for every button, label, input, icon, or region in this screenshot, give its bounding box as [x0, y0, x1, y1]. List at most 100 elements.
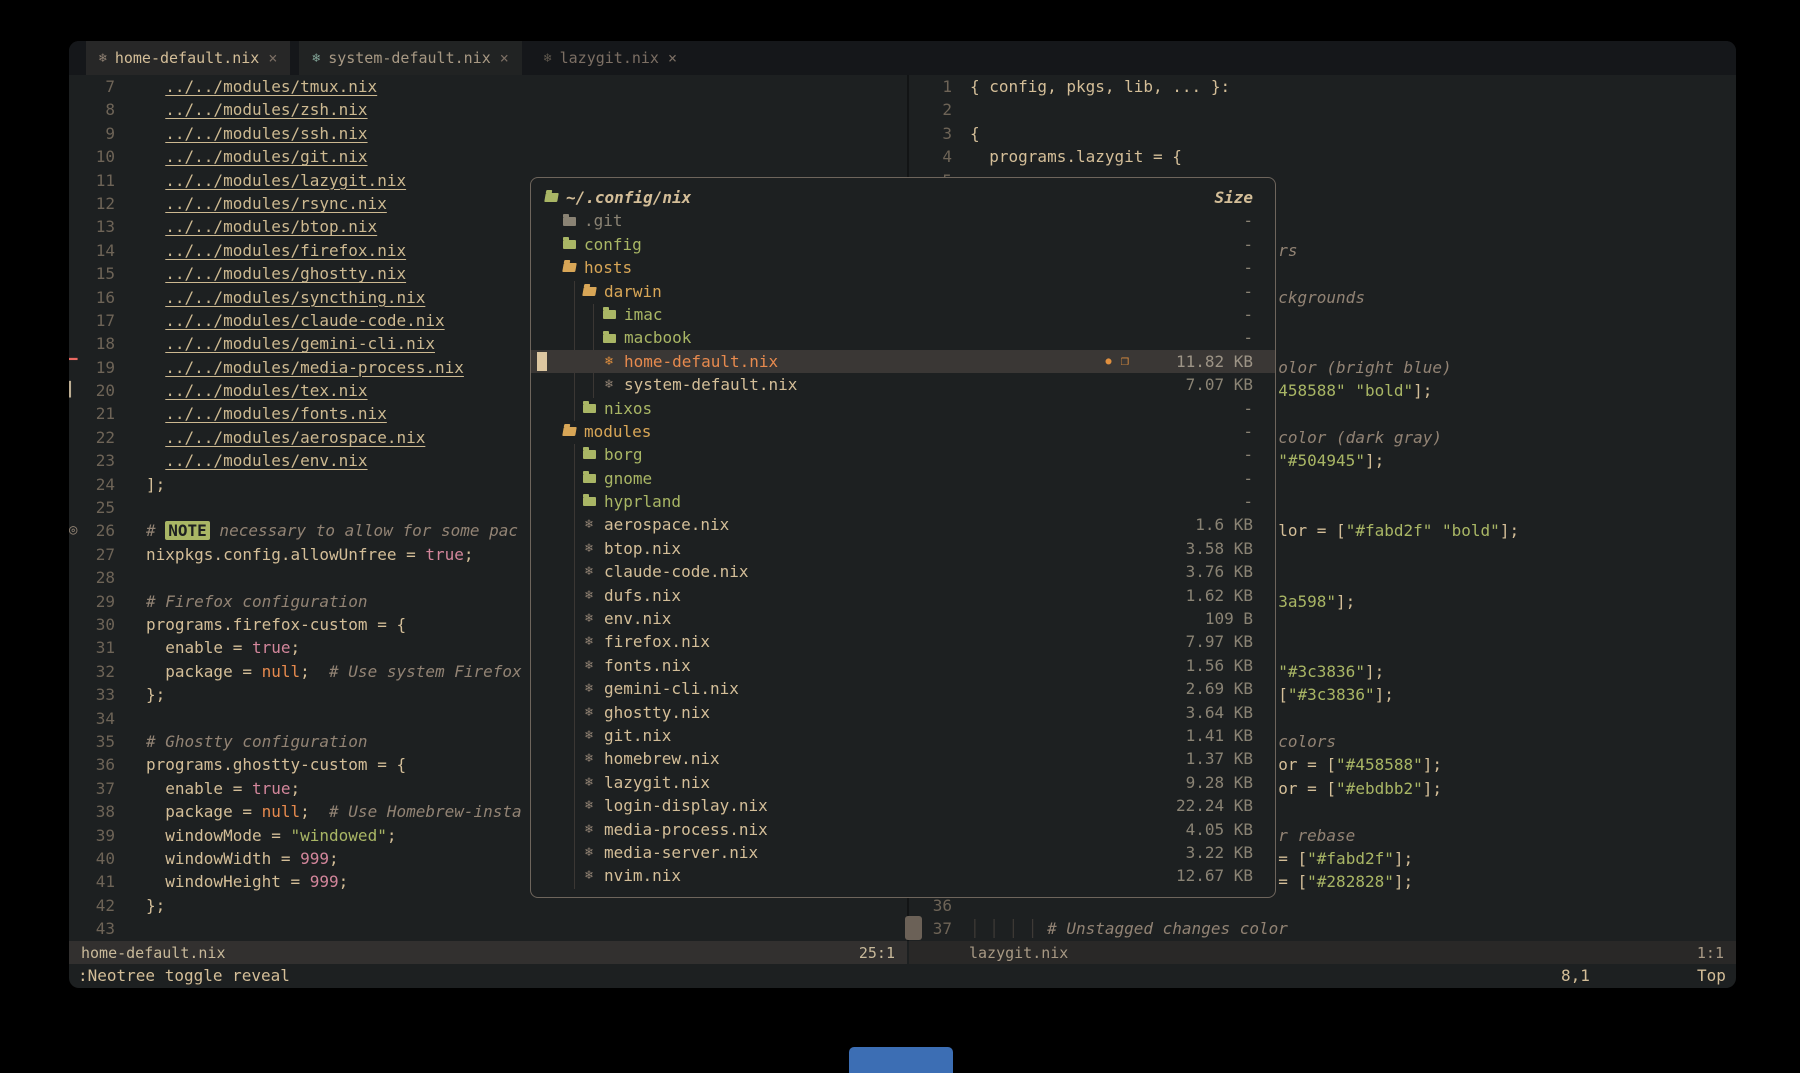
- tree-item[interactable]: ❄ login-display.nix 22.24 KB: [531, 794, 1275, 817]
- tree-item[interactable]: hyprland -: [531, 490, 1275, 513]
- tree-item[interactable]: darwin -: [531, 280, 1275, 303]
- tree-item[interactable]: ❄ fonts.nix 1.56 KB: [531, 654, 1275, 677]
- line-number: 40: [83, 847, 115, 870]
- scroll-indicator: Top: [1697, 964, 1726, 988]
- tree-item-icon: [561, 427, 577, 436]
- tab-close-icon[interactable]: ×: [268, 49, 277, 67]
- gutter-sign: [69, 613, 83, 636]
- ruler-position: 8,1: [1561, 964, 1590, 988]
- gutter-sign: [69, 753, 83, 776]
- tree-item[interactable]: ❄ dufs.nix 1.62 KB: [531, 584, 1275, 607]
- statusline-cursor-position: 25:1: [859, 944, 895, 962]
- code-segment: ];: [1394, 872, 1413, 891]
- editor-line[interactable]: 8 ../../modules/zsh.nix: [69, 98, 907, 121]
- editor-line[interactable]: 1 { config, pkgs, lib, ... }:: [909, 75, 1736, 98]
- tree-item[interactable]: ❄ gemini-cli.nix 2.69 KB: [531, 677, 1275, 700]
- line-number: 34: [83, 707, 115, 730]
- code-segment: [146, 241, 165, 260]
- editor-line[interactable]: 3 {: [909, 122, 1736, 145]
- tree-item-size: 12.67 KB: [1169, 864, 1253, 887]
- gutter-sign: [69, 169, 83, 192]
- line-number: 31: [83, 636, 115, 659]
- tab-item[interactable]: ❄ system-default.nix ×: [299, 41, 521, 75]
- code-segment: [146, 358, 165, 377]
- editor-line[interactable]: 2: [909, 98, 1736, 121]
- tree-item[interactable]: ❄ home-default.nix ●❐ 11.82 KB: [531, 350, 1275, 373]
- line-number: 18: [83, 332, 115, 355]
- code-segment: [146, 779, 165, 798]
- tree-item[interactable]: ❄ btop.nix 3.58 KB: [531, 537, 1275, 560]
- tree-item-name: fonts.nix: [604, 654, 691, 677]
- tree-item[interactable]: modules -: [531, 420, 1275, 443]
- tab-close-icon[interactable]: ×: [500, 49, 509, 67]
- tree-item[interactable]: ❄ aerospace.nix 1.6 KB: [531, 513, 1275, 536]
- folder-icon: [583, 450, 596, 459]
- line-number: 17: [83, 309, 115, 332]
- gutter-sign: [69, 730, 83, 753]
- editor-line[interactable]: 9 ../../modules/ssh.nix: [69, 122, 907, 145]
- gutter-sign: ▔: [69, 356, 83, 379]
- gutter-sign: [69, 683, 83, 706]
- code-segment: #: [146, 521, 165, 540]
- tab-item[interactable]: ❄ lazygit.nix ×: [531, 41, 690, 75]
- code-segment: [146, 124, 165, 143]
- tree-item[interactable]: ❄ media-server.nix 3.22 KB: [531, 841, 1275, 864]
- tree-item[interactable]: ❄ homebrew.nix 1.37 KB: [531, 747, 1275, 770]
- gutter-sign: [69, 496, 83, 519]
- tree-item-size: 1.37 KB: [1169, 747, 1253, 770]
- gutter-sign: [69, 145, 83, 168]
- folder-open-icon: [562, 427, 577, 436]
- code-segment: ];: [1394, 849, 1413, 868]
- code-segment: [146, 849, 165, 868]
- line-code: ../../modules/aerospace.nix: [146, 426, 425, 449]
- tree-item-size: -: [1169, 420, 1253, 443]
- line-code: ../../modules/firefox.nix: [146, 239, 406, 262]
- gutter-sign: [69, 192, 83, 215]
- tree-item[interactable]: hosts -: [531, 256, 1275, 279]
- tree-item[interactable]: borg -: [531, 443, 1275, 466]
- tree-item[interactable]: ❄ firefox.nix 7.97 KB: [531, 630, 1275, 653]
- code-segment: };: [146, 685, 165, 704]
- editor-line[interactable]: 37 │ │ │ │ # Unstagged changes color: [909, 917, 1736, 940]
- command-line[interactable]: :Neotree toggle reveal 8,1 Top: [69, 964, 1736, 988]
- tree-item[interactable]: ❄ env.nix 109 B: [531, 607, 1275, 630]
- tree-item[interactable]: gnome -: [531, 467, 1275, 490]
- tree-item[interactable]: ❄ system-default.nix 7.07 KB: [531, 373, 1275, 396]
- code-segment: # Firefox configuration: [146, 592, 368, 611]
- tree-item[interactable]: nixos -: [531, 397, 1275, 420]
- folder-open-icon: [544, 193, 559, 202]
- tab-close-icon[interactable]: ×: [668, 49, 677, 67]
- code-segment: null: [262, 662, 301, 681]
- editor-line[interactable]: 10 ../../modules/git.nix: [69, 145, 907, 168]
- tree-item[interactable]: imac -: [531, 303, 1275, 326]
- tree-item[interactable]: ❄ media-process.nix 4.05 KB: [531, 818, 1275, 841]
- line-code: ../../modules/ssh.nix: [146, 122, 368, 145]
- tree-item[interactable]: .git -: [531, 209, 1275, 232]
- tree-item-size: -: [1169, 256, 1253, 279]
- tree-item[interactable]: ❄ git.nix 1.41 KB: [531, 724, 1275, 747]
- tree-item[interactable]: ❄ nvim.nix 12.67 KB: [531, 864, 1275, 887]
- tree-item[interactable]: ❄ claude-code.nix 3.76 KB: [531, 560, 1275, 583]
- folder-icon: [603, 334, 616, 343]
- line-code: ../../modules/env.nix: [146, 449, 368, 472]
- gutter-sign: [69, 122, 83, 145]
- gutter-sign: [69, 917, 83, 940]
- scrollbar-thumb[interactable]: [905, 916, 922, 940]
- line-number: 3: [909, 122, 952, 145]
- tree-item[interactable]: ❄ ghostty.nix 3.64 KB: [531, 701, 1275, 724]
- file-explorer-float: ~/.config/nix Size .git - config - hosts…: [530, 177, 1276, 898]
- tree-item[interactable]: macbook -: [531, 326, 1275, 349]
- editor-line[interactable]: 7 ../../modules/tmux.nix: [69, 75, 907, 98]
- tab-item[interactable]: ❄ home-default.nix ×: [86, 41, 290, 75]
- code-segment: ../../modules/ghostty.nix: [165, 264, 406, 283]
- code-segment: olor (bright blue): [1278, 358, 1451, 377]
- line-code: ../../modules/claude-code.nix: [146, 309, 445, 332]
- tree-item[interactable]: config -: [531, 233, 1275, 256]
- editor-line[interactable]: 4 programs.lazygit = {: [909, 145, 1736, 168]
- code-segment: ];: [1413, 381, 1432, 400]
- editor-line[interactable]: 43: [69, 917, 907, 940]
- tree-item-icon: [561, 217, 577, 226]
- tree-item-icon: [581, 404, 597, 413]
- line-code: windowWidth = 999;: [146, 847, 339, 870]
- tree-item[interactable]: ❄ lazygit.nix 9.28 KB: [531, 771, 1275, 794]
